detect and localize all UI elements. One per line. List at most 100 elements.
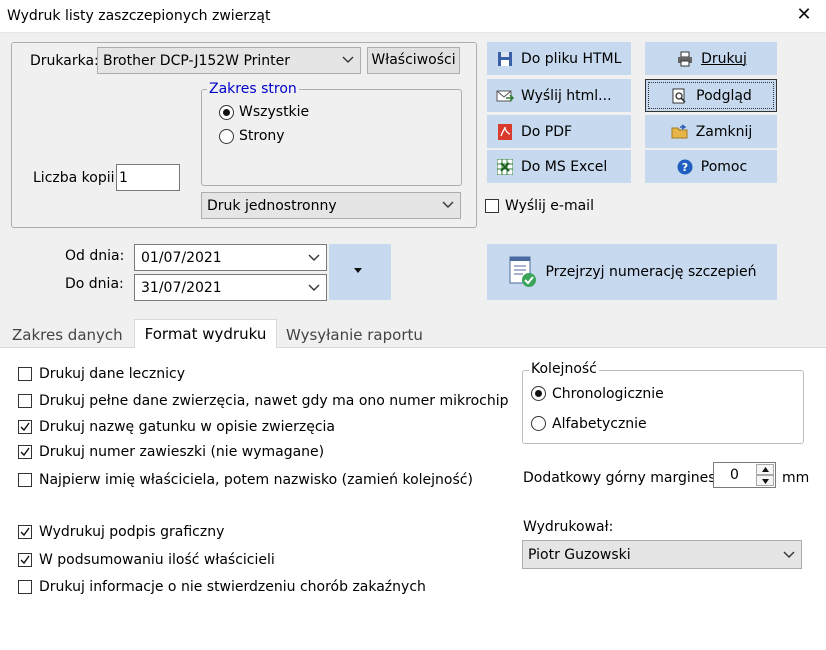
folder-exit-icon [670, 122, 690, 142]
printed-by-value: Piotr Guzowski [528, 547, 631, 563]
export-html-button[interactable]: Do pliku HTML [487, 42, 631, 75]
margin-label: Dodatkowy górny margines: [523, 470, 721, 486]
help-icon: ? [675, 157, 695, 177]
close-window-icon[interactable]: ✕ [794, 4, 814, 25]
send-html-label: Wyślij html... [521, 87, 612, 104]
save-disk-icon [495, 49, 515, 69]
preview-button[interactable]: Podgląd [645, 79, 777, 112]
send-html-button[interactable]: Wyślij html... [487, 79, 631, 112]
close-button[interactable]: Zamknij [645, 115, 777, 148]
option-checkbox[interactable] [18, 553, 32, 567]
option-label: Drukuj dane lecznicy [39, 366, 185, 382]
duplex-select-value: Druk jednostronny [207, 198, 337, 214]
tab-print-format-label: Format wydruku [144, 325, 267, 343]
title-bar: Wydruk listy zaszczepionych zwierząt ✕ [0, 0, 826, 33]
order-group [522, 370, 804, 444]
checkmark-icon [20, 555, 30, 565]
option-label: Wydrukuj podpis graficzny [39, 524, 225, 540]
date-range-menu-button[interactable] [329, 244, 391, 300]
help-button[interactable]: ? Pomoc [645, 150, 777, 183]
tab-data-range-label: Zakres danych [12, 326, 123, 344]
triangle-up-icon [762, 467, 769, 472]
chevron-down-icon [442, 201, 454, 208]
copies-label: Liczba kopii: [33, 170, 120, 186]
printed-by-select[interactable]: Piotr Guzowski [522, 540, 802, 569]
printer-icon [675, 49, 695, 69]
spin-up-button[interactable] [756, 464, 774, 475]
date-from-picker[interactable]: 01/07/2021 [134, 244, 327, 271]
export-html-label: Do pliku HTML [521, 50, 622, 67]
export-pdf-label: Do PDF [521, 123, 573, 140]
copies-input[interactable]: 1 [116, 164, 180, 191]
checkmark-icon [20, 447, 30, 457]
checkmark-icon [20, 422, 30, 432]
option-checkbox[interactable] [18, 525, 32, 539]
svg-text:?: ? [682, 161, 688, 174]
properties-button[interactable]: Właściwości [367, 47, 460, 74]
chevron-down-icon [783, 551, 795, 558]
date-from-value: 01/07/2021 [141, 250, 222, 266]
option-label: Najpierw imię właściciela, potem nazwisk… [39, 472, 473, 488]
duplex-select[interactable]: Druk jednostronny [201, 192, 461, 219]
close-label: Zamknij [695, 123, 753, 140]
send-email-label: Wyślij e-mail [505, 198, 594, 214]
date-from-label: Od dnia: [65, 248, 125, 264]
checkmark-icon [20, 527, 30, 537]
date-to-value: 31/07/2021 [141, 280, 222, 296]
export-excel-label: Do MS Excel [521, 158, 608, 175]
radio-page-range[interactable] [219, 129, 234, 144]
spin-down-button[interactable] [756, 475, 774, 486]
excel-icon [495, 157, 515, 177]
magnifier-page-icon [670, 86, 690, 106]
review-numbering-button[interactable]: Przejrzyj numerację szczepień [487, 244, 777, 300]
radio-alphabetical[interactable] [531, 416, 546, 431]
properties-button-label: Właściwości [371, 52, 456, 68]
printer-label: Drukarka: [30, 53, 99, 69]
help-label: Pomoc [700, 158, 748, 175]
option-checkbox[interactable] [18, 367, 32, 381]
export-excel-button[interactable]: Do MS Excel [487, 150, 631, 183]
option-label: Drukuj numer zawieszki (nie wymagane) [39, 444, 325, 460]
option-checkbox[interactable] [18, 394, 32, 408]
margin-unit: mm [782, 470, 810, 486]
date-to-picker[interactable]: 31/07/2021 [134, 274, 327, 301]
margin-spinner[interactable]: 0 [713, 462, 776, 488]
radio-all-pages-label: Wszystkie [239, 104, 310, 120]
option-checkbox[interactable] [18, 580, 32, 594]
export-pdf-button[interactable]: Do PDF [487, 115, 631, 148]
date-to-label: Do dnia: [65, 276, 124, 292]
option-checkbox[interactable] [18, 473, 32, 487]
page-range-legend: Zakres stron [207, 81, 299, 97]
radio-chronological[interactable] [531, 386, 546, 401]
option-label: Drukuj nazwę gatunku w opisie zwierzęcia [39, 419, 335, 435]
send-mail-icon [495, 86, 515, 106]
option-label: W podsumowaniu ilość właścicieli [39, 552, 275, 568]
radio-page-range-label: Strony [239, 128, 285, 144]
order-legend: Kolejność [529, 361, 599, 377]
document-check-icon [507, 255, 539, 289]
option-label: Drukuj pełne dane zwierzęcia, nawet gdy … [39, 393, 509, 409]
triangle-down-icon [762, 479, 769, 484]
radio-chronological-label: Chronologicznie [552, 386, 664, 402]
print-label: Drukuj [701, 50, 747, 67]
print-button[interactable]: Drukuj [645, 42, 777, 75]
radio-all-pages[interactable] [219, 105, 234, 120]
triangle-down-icon [354, 268, 362, 273]
option-label: Drukuj informacje o nie stwierdzeniu cho… [39, 579, 426, 595]
review-numbering-label: Przejrzyj numerację szczepień [545, 264, 757, 280]
radio-alphabetical-label: Alfabetycznie [552, 416, 647, 432]
pdf-icon [495, 122, 515, 142]
margin-value: 0 [730, 467, 739, 483]
printer-select-value: Brother DCP-J152W Printer [103, 53, 291, 69]
printer-select[interactable]: Brother DCP-J152W Printer [97, 47, 361, 74]
send-email-checkbox[interactable] [485, 199, 499, 213]
chevron-down-icon [308, 254, 320, 261]
chevron-down-icon [342, 56, 354, 63]
tab-print-format[interactable]: Format wydruku [134, 319, 277, 348]
copies-input-value: 1 [119, 170, 128, 186]
chevron-down-icon [308, 284, 320, 291]
option-checkbox[interactable] [18, 420, 32, 434]
option-checkbox[interactable] [18, 445, 32, 459]
window-title: Wydruk listy zaszczepionych zwierząt [7, 8, 271, 24]
printed-by-label: Wydrukował: [523, 519, 614, 535]
